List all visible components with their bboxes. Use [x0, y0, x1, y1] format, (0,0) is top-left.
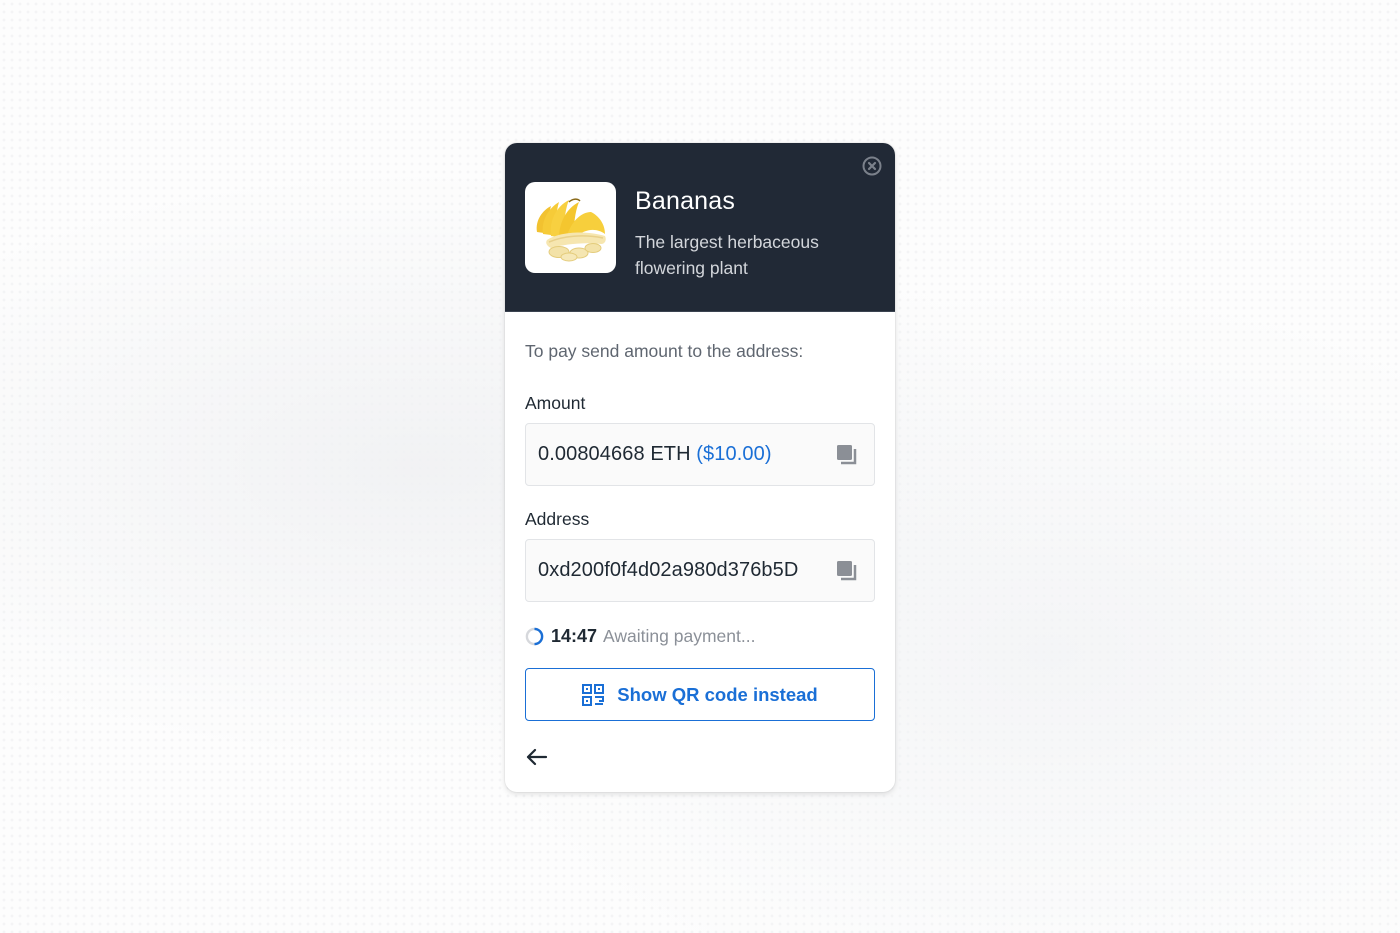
back-button[interactable] — [525, 745, 549, 769]
show-qr-button[interactable]: Show QR code instead — [525, 668, 875, 721]
arrow-left-icon — [526, 748, 548, 766]
amount-label: Amount — [525, 393, 586, 413]
address-value: 0xd200f0f4d02a980d376b5D — [538, 559, 799, 581]
product-description: The largest herbaceous flowering plant — [635, 232, 819, 278]
copy-address-button[interactable] — [834, 557, 860, 584]
amount-value: 0.00804668 ETH ($10.00) — [538, 443, 772, 466]
qr-code-icon — [582, 683, 605, 706]
loading-spinner-icon — [525, 627, 544, 645]
close-button[interactable] — [862, 156, 882, 176]
product-title: Bananas — [635, 187, 736, 215]
product-header: Bananas The largest herbaceous flowering… — [505, 143, 895, 312]
amount-fiat: ($10.00) — [696, 443, 772, 465]
countdown-timer: 14:47 — [551, 625, 598, 646]
close-circle-icon — [862, 156, 882, 176]
payment-instructions: To pay send amount to the address: — [525, 341, 804, 361]
banana-image — [536, 198, 606, 262]
payment-modal: Bananas The largest herbaceous flowering… — [505, 143, 895, 792]
address-label: Address — [525, 509, 590, 529]
status-text: Awaiting payment... — [603, 625, 756, 646]
copy-icon — [837, 560, 857, 580]
address-field[interactable]: 0xd200f0f4d02a980d376b5D — [525, 539, 875, 602]
payment-status: 14:47 Awaiting payment... — [525, 624, 875, 648]
product-image — [525, 182, 616, 273]
amount-field[interactable]: 0.00804668 ETH ($10.00) — [525, 423, 875, 486]
show-qr-label: Show QR code instead — [617, 683, 818, 705]
copy-amount-button[interactable] — [834, 441, 860, 468]
amount-crypto: 0.00804668 ETH — [538, 443, 691, 465]
payment-body: To pay send amount to the address: Amoun… — [505, 339, 895, 769]
copy-icon — [837, 444, 857, 464]
